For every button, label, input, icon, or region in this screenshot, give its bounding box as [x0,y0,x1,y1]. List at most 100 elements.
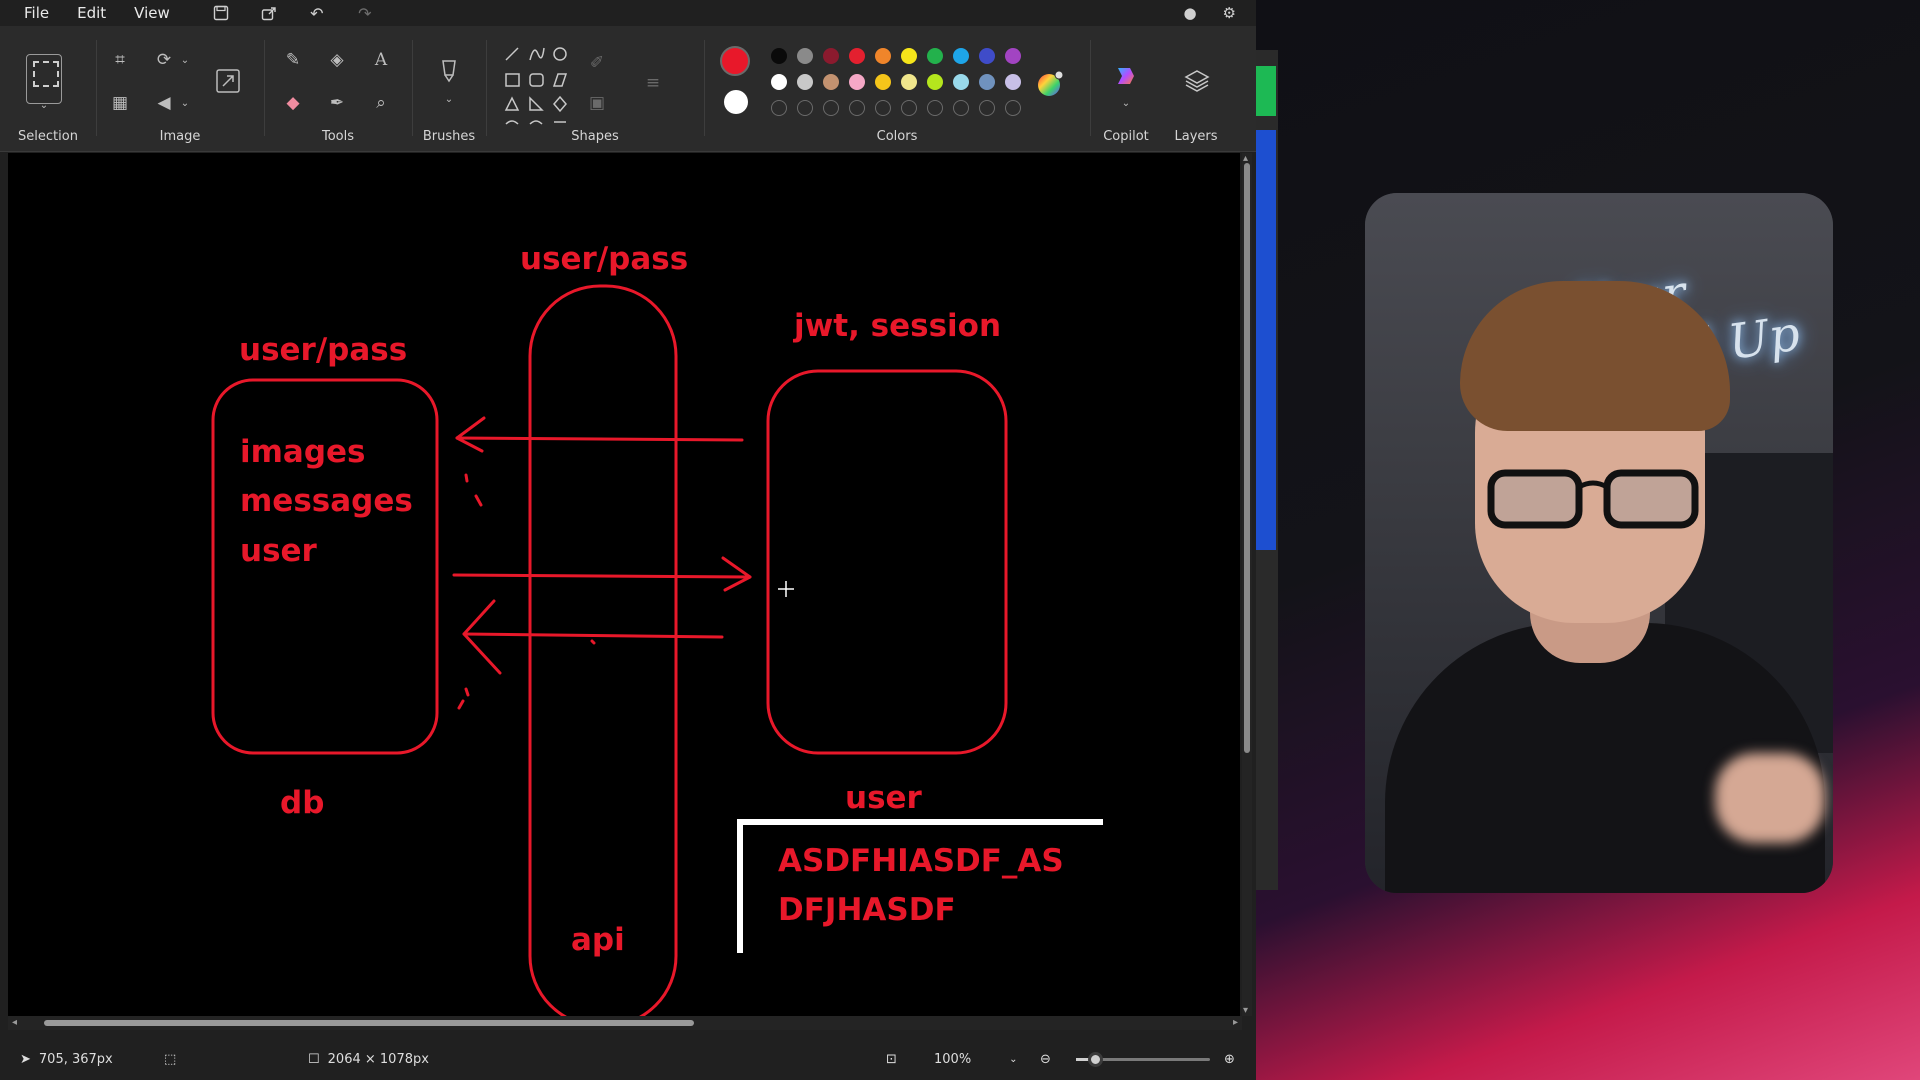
copilot-group-label: Copilot [1103,129,1149,144]
color-swatch[interactable] [979,48,995,64]
zoom-slider[interactable] [1076,1052,1210,1067]
eraser-icon[interactable]: ◆ [280,90,306,116]
color-swatch[interactable] [875,74,891,90]
shapes-group: ✐ ▣ ≡ Shapes [486,26,704,152]
brush-icon[interactable] [436,58,462,84]
color-swatch[interactable] [953,74,969,90]
outline-icon[interactable]: ✐ [584,50,610,76]
menu-edit[interactable]: Edit [63,4,120,22]
copilot-icon[interactable] [1110,60,1142,92]
chevron-down-icon[interactable]: ⌄ [31,92,57,118]
chevron-down-icon[interactable]: ⌄ [172,47,198,73]
scroll-right-icon[interactable]: ▸ [1233,1017,1238,1028]
pencil-icon[interactable]: ✎ [280,47,306,73]
custom-color-slot[interactable] [1005,100,1021,116]
color-swatch[interactable] [927,48,943,64]
api-box [528,284,678,1016]
shapes-gallery[interactable] [502,44,582,126]
color-swatch[interactable] [797,48,813,64]
zoom-value: 100% [934,1051,972,1067]
label-user: user [845,780,923,816]
ribbon-toolbar: ⌄ Selection ⌗ ⟳ ⌄ ▦ ◀ ⌄ Image ✎ ◈ A ◆ ✒ … [0,26,1256,152]
custom-color-slot[interactable] [953,100,969,116]
custom-color-slot[interactable] [927,100,943,116]
custom-color-slot[interactable] [823,100,839,116]
db-item-messages: messages [240,483,413,519]
color-swatch[interactable] [1005,74,1021,90]
stroke-size-icon[interactable]: ≡ [640,70,666,96]
color-swatch[interactable] [979,74,995,90]
custom-color-slot[interactable] [797,100,813,116]
layers-group-label: Layers [1174,129,1218,144]
vertical-scrollbar[interactable]: ▴ ▾ [1242,153,1252,1016]
selection-group: ⌄ Selection [0,26,96,152]
db-item-user: user [240,533,318,569]
db-item-images: images [240,434,366,470]
settings-gear-icon[interactable]: ⚙ [1223,4,1236,22]
vertical-scroll-thumb[interactable] [1244,163,1250,753]
color-swatch[interactable] [771,48,787,64]
edit-colors-icon[interactable] [1034,68,1066,100]
resize-image-icon[interactable] [213,66,243,96]
fill-icon[interactable]: ▣ [584,90,610,116]
crop-icon[interactable]: ⌗ [107,47,133,73]
color-swatch[interactable] [849,74,865,90]
canvas-size-icon: ☐ [308,1051,320,1067]
cursor-position-text: 705, 367px [38,1051,113,1067]
custom-color-slot[interactable] [901,100,917,116]
background-window-blue-block [1256,130,1276,550]
color-swatch[interactable] [823,48,839,64]
horizontal-scrollbar[interactable]: ◂ ▸ [8,1016,1242,1030]
color-swatch[interactable] [953,48,969,64]
fill-bucket-icon[interactable]: ◈ [324,47,350,73]
color-picker-icon[interactable]: ✒ [324,90,350,116]
label-api: api [571,922,625,958]
zoom-out-icon[interactable]: ⊖ [1040,1038,1051,1080]
image-group-label: Image [159,129,201,144]
brushes-group: ⌄ Brushes [412,26,486,152]
fit-to-window-icon[interactable]: ⊡ [886,1038,897,1080]
background-remove-icon[interactable]: ▦ [107,90,133,116]
scribble-marks [457,473,596,710]
layers-group: Layers [1162,26,1230,152]
account-icon[interactable]: ● [1183,4,1196,22]
color-swatch[interactable] [771,74,787,90]
color-swatch[interactable] [1005,48,1021,64]
custom-color-slot[interactable] [771,100,787,116]
selection-size-icon: ⬚ [164,1051,177,1067]
save-icon[interactable] [210,2,232,24]
color-swatch[interactable] [901,74,917,90]
color-swatch[interactable] [927,74,943,90]
share-icon[interactable] [258,2,280,24]
color-swatch[interactable] [823,74,839,90]
zoom-select[interactable]: 100% ⌄ [934,1038,1018,1080]
custom-color-slot[interactable] [875,100,891,116]
secondary-color-swatch[interactable] [724,90,748,114]
primary-color-swatch[interactable] [720,46,750,76]
zoom-slider-thumb[interactable] [1088,1052,1103,1067]
copilot-group: ⌄ Copilot [1090,26,1162,152]
drawing-canvas[interactable]: user/pass user/pass jwt, session images … [8,153,1240,1016]
text-tool-icon[interactable]: A [368,47,394,73]
chevron-down-icon[interactable]: ⌄ [436,86,462,112]
menu-file[interactable]: File [10,4,63,22]
redo-icon[interactable]: ↷ [354,2,376,24]
undo-icon[interactable]: ↶ [306,2,328,24]
horizontal-scroll-thumb[interactable] [44,1020,694,1026]
label-jwt-session: jwt, session [792,308,1001,344]
color-swatch[interactable] [875,48,891,64]
scroll-left-icon[interactable]: ◂ [12,1017,17,1028]
tools-group: ✎ ◈ A ◆ ✒ ⌕ Tools [264,26,412,152]
color-swatch[interactable] [797,74,813,90]
chevron-down-icon[interactable]: ⌄ [1113,90,1139,116]
color-swatch[interactable] [901,48,917,64]
zoom-in-icon[interactable]: ⊕ [1224,1038,1235,1080]
chevron-down-icon[interactable]: ⌄ [172,90,198,116]
scroll-down-icon[interactable]: ▾ [1243,1005,1248,1016]
menu-view[interactable]: View [120,4,184,22]
custom-color-slot[interactable] [849,100,865,116]
custom-color-slot[interactable] [979,100,995,116]
color-swatch[interactable] [849,48,865,64]
magnifier-icon[interactable]: ⌕ [368,90,394,116]
layers-icon[interactable] [1182,66,1212,96]
